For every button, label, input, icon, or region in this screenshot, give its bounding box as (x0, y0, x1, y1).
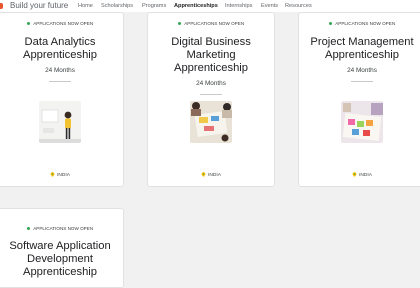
card-title-line: Development (27, 253, 93, 265)
status-badge: APPLICATIONS NOW OPEN (0, 21, 123, 27)
nav-item-programs[interactable]: Programs (142, 2, 166, 10)
status-label: APPLICATIONS NOW OPEN (184, 21, 245, 26)
top-navigation-bar: Build your future Home Scholarships Prog… (0, 0, 420, 12)
card-title: Software Application Development Apprent… (0, 240, 123, 279)
card-title-line: Project Management (310, 36, 414, 48)
brand-name[interactable]: Build your future (10, 1, 68, 11)
card-title-line: Digital Business (171, 36, 251, 48)
card-thumbnail (341, 101, 383, 143)
brand-logo-mark[interactable] (0, 3, 3, 9)
card-location: INDIA (0, 171, 123, 179)
status-badge: APPLICATIONS NOW OPEN (0, 226, 123, 232)
status-dot-icon (177, 21, 182, 26)
card-duration: 24 Months (45, 67, 75, 74)
location-pin-icon (50, 171, 55, 177)
card-duration: 24 Months (196, 80, 226, 87)
nav-item-internships[interactable]: Internships (225, 2, 252, 10)
card-title-line: Apprenticeship (22, 49, 97, 61)
card-title-line: Apprenticeship (173, 62, 248, 74)
program-card-digital-business-marketing[interactable]: APPLICATIONS NOW OPEN Digital Business M… (147, 12, 275, 187)
card-title-line: Apprenticeship (22, 266, 97, 278)
nav-item-scholarships[interactable]: Scholarships (101, 2, 133, 10)
location-pin-icon (352, 171, 357, 177)
divider (49, 81, 71, 82)
status-badge: APPLICATIONS NOW OPEN (148, 21, 274, 27)
program-card-software-application-development[interactable]: APPLICATIONS NOW OPEN Software Applicati… (0, 208, 124, 288)
location-label: INDIA (57, 172, 70, 178)
card-title-line: Marketing (186, 49, 236, 61)
card-thumbnail (39, 101, 81, 143)
card-thumbnail (190, 101, 232, 143)
nav-item-apprenticeships[interactable]: Apprenticeships (174, 2, 218, 10)
program-card-data-analytics[interactable]: APPLICATIONS NOW OPEN Data Analytics App… (0, 12, 124, 187)
nav-item-events[interactable]: Events (261, 2, 278, 10)
status-dot-icon (26, 21, 31, 26)
divider (200, 94, 222, 95)
location-label: INDIA (208, 172, 221, 178)
nav-item-resources[interactable]: Resources (285, 2, 312, 10)
status-dot-icon (328, 21, 333, 26)
status-label: APPLICATIONS NOW OPEN (33, 226, 94, 231)
card-title: Project Management Apprenticeship (299, 36, 420, 62)
status-dot-icon (26, 226, 31, 231)
card-title-line: Data Analytics (24, 36, 96, 48)
nav-item-home[interactable]: Home (78, 2, 93, 10)
card-title: Digital Business Marketing Apprenticeshi… (148, 36, 274, 75)
divider (351, 81, 373, 82)
card-location: INDIA (148, 171, 274, 179)
card-title: Data Analytics Apprenticeship (0, 36, 123, 62)
location-label: INDIA (359, 172, 372, 178)
program-card-project-management[interactable]: APPLICATIONS NOW OPEN Project Management… (298, 12, 420, 187)
card-location: INDIA (299, 171, 420, 179)
status-badge: APPLICATIONS NOW OPEN (299, 21, 420, 27)
status-label: APPLICATIONS NOW OPEN (335, 21, 396, 26)
location-pin-icon (201, 171, 206, 177)
card-duration: 24 Months (347, 67, 377, 74)
card-title-line: Software Application (9, 240, 111, 252)
card-title-line: Apprenticeship (324, 49, 399, 61)
status-label: APPLICATIONS NOW OPEN (33, 21, 94, 26)
